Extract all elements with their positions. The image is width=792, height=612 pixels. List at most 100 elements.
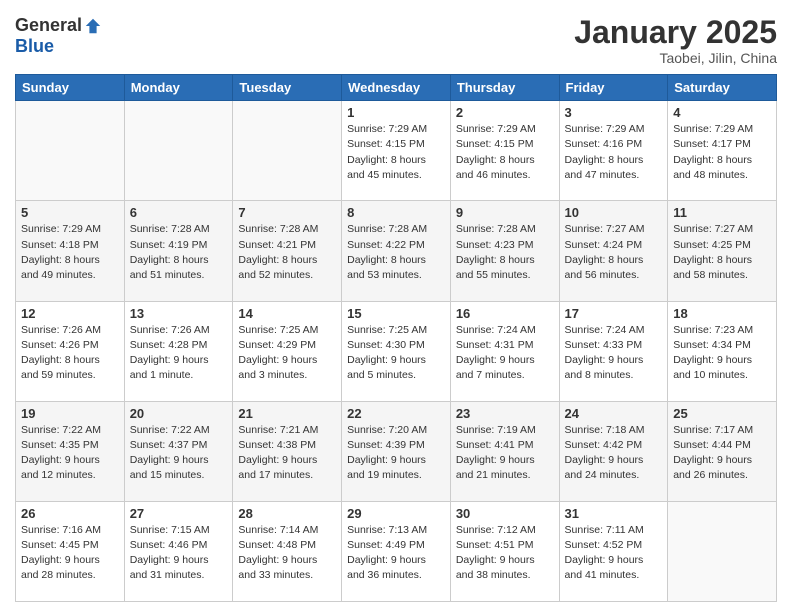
title-section: January 2025 Taobei, Jilin, China — [574, 15, 777, 66]
calendar-cell: 19 Sunrise: 7:22 AM Sunset: 4:35 PM Dayli… — [16, 401, 125, 501]
calendar-cell: 16Sunrise: 7:24 AM Sunset: 4:31 PM Dayli… — [450, 301, 559, 401]
day-number: 4 — [673, 105, 771, 120]
calendar-cell: 12Sunrise: 7:26 AM Sunset: 4:26 PM Dayli… — [16, 301, 125, 401]
day-info: Sunrise: 7:27 AM Sunset: 4:24 PM Dayligh… — [565, 222, 663, 283]
calendar-week-row: 12Sunrise: 7:26 AM Sunset: 4:26 PM Dayli… — [16, 301, 777, 401]
calendar-cell: 23 Sunrise: 7:19 AM Sunset: 4:41 PM Dayli… — [450, 401, 559, 501]
day-info: Sunrise: 7:24 AM Sunset: 4:31 PM Dayligh… — [456, 323, 554, 384]
day-number: 23 — [456, 406, 554, 421]
day-number: 14 — [238, 306, 336, 321]
day-number: 28 — [238, 506, 336, 521]
calendar-cell: 20Sunrise: 7:22 AM Sunset: 4:37 PM Dayli… — [124, 401, 233, 501]
calendar-cell: 24Sunrise: 7:18 AM Sunset: 4:42 PM Dayli… — [559, 401, 668, 501]
calendar-cell: 10 Sunrise: 7:27 AM Sunset: 4:24 PM Dayli… — [559, 201, 668, 301]
day-number: 13 — [130, 306, 228, 321]
day-info: Sunrise: 7:29 AM Sunset: 4:15 PM Dayligh… — [347, 122, 445, 183]
calendar-cell: 17 Sunrise: 7:24 AM Sunset: 4:33 PM Dayli… — [559, 301, 668, 401]
calendar-cell — [124, 101, 233, 201]
day-info: Sunrise: 7:17 AM Sunset: 4:44 PM Dayligh… — [673, 423, 771, 484]
day-info: Sunrise: 7:29 AM Sunset: 4:16 PM Dayligh… — [565, 122, 663, 183]
calendar-week-row: 1 Sunrise: 7:29 AM Sunset: 4:15 PM Daylig… — [16, 101, 777, 201]
day-number: 17 — [565, 306, 663, 321]
logo: General Blue — [15, 15, 102, 57]
header: General Blue January 2025 Taobei, Jilin,… — [15, 15, 777, 66]
calendar-cell: 9Sunrise: 7:28 AM Sunset: 4:23 PM Daylig… — [450, 201, 559, 301]
day-info: Sunrise: 7:27 AM Sunset: 4:25 PM Dayligh… — [673, 222, 771, 283]
calendar-cell: 4 Sunrise: 7:29 AM Sunset: 4:17 PM Daylig… — [668, 101, 777, 201]
day-number: 30 — [456, 506, 554, 521]
day-info: Sunrise: 7:26 AM Sunset: 4:28 PM Dayligh… — [130, 323, 228, 384]
day-info: Sunrise: 7:16 AM Sunset: 4:45 PM Dayligh… — [21, 523, 119, 584]
weekday-header-friday: Friday — [559, 75, 668, 101]
calendar-cell: 3 Sunrise: 7:29 AM Sunset: 4:16 PM Daylig… — [559, 101, 668, 201]
day-info: Sunrise: 7:29 AM Sunset: 4:18 PM Dayligh… — [21, 222, 119, 283]
calendar-cell: 7 Sunrise: 7:28 AM Sunset: 4:21 PM Daylig… — [233, 201, 342, 301]
calendar-cell: 8Sunrise: 7:28 AM Sunset: 4:22 PM Daylig… — [342, 201, 451, 301]
page: General Blue January 2025 Taobei, Jilin,… — [0, 0, 792, 612]
day-number: 1 — [347, 105, 445, 120]
day-number: 5 — [21, 205, 119, 220]
month-title: January 2025 — [574, 15, 777, 50]
weekday-header-saturday: Saturday — [668, 75, 777, 101]
calendar-cell: 2 Sunrise: 7:29 AM Sunset: 4:15 PM Daylig… — [450, 101, 559, 201]
day-number: 18 — [673, 306, 771, 321]
calendar-cell: 26 Sunrise: 7:16 AM Sunset: 4:45 PM Dayli… — [16, 501, 125, 601]
location: Taobei, Jilin, China — [574, 50, 777, 66]
day-info: Sunrise: 7:20 AM Sunset: 4:39 PM Dayligh… — [347, 423, 445, 484]
calendar-cell: 14 Sunrise: 7:25 AM Sunset: 4:29 PM Dayli… — [233, 301, 342, 401]
day-info: Sunrise: 7:19 AM Sunset: 4:41 PM Dayligh… — [456, 423, 554, 484]
calendar-cell: 13 Sunrise: 7:26 AM Sunset: 4:28 PM Dayli… — [124, 301, 233, 401]
day-info: Sunrise: 7:22 AM Sunset: 4:37 PM Dayligh… — [130, 423, 228, 484]
day-number: 19 — [21, 406, 119, 421]
weekday-header-monday: Monday — [124, 75, 233, 101]
day-number: 11 — [673, 205, 771, 220]
day-info: Sunrise: 7:29 AM Sunset: 4:17 PM Dayligh… — [673, 122, 771, 183]
logo-icon — [84, 17, 102, 35]
weekday-header-wednesday: Wednesday — [342, 75, 451, 101]
calendar-cell: 31Sunrise: 7:11 AM Sunset: 4:52 PM Dayli… — [559, 501, 668, 601]
day-number: 27 — [130, 506, 228, 521]
day-info: Sunrise: 7:12 AM Sunset: 4:51 PM Dayligh… — [456, 523, 554, 584]
day-number: 21 — [238, 406, 336, 421]
calendar-week-row: 26 Sunrise: 7:16 AM Sunset: 4:45 PM Dayli… — [16, 501, 777, 601]
logo-general-text: General — [15, 15, 82, 36]
day-info: Sunrise: 7:26 AM Sunset: 4:26 PM Dayligh… — [21, 323, 119, 384]
day-number: 2 — [456, 105, 554, 120]
calendar-cell: 6 Sunrise: 7:28 AM Sunset: 4:19 PM Daylig… — [124, 201, 233, 301]
day-info: Sunrise: 7:25 AM Sunset: 4:29 PM Dayligh… — [238, 323, 336, 384]
day-info: Sunrise: 7:22 AM Sunset: 4:35 PM Dayligh… — [21, 423, 119, 484]
day-number: 25 — [673, 406, 771, 421]
logo-blue-text: Blue — [15, 36, 54, 57]
day-number: 7 — [238, 205, 336, 220]
day-info: Sunrise: 7:24 AM Sunset: 4:33 PM Dayligh… — [565, 323, 663, 384]
weekday-header-tuesday: Tuesday — [233, 75, 342, 101]
day-number: 29 — [347, 506, 445, 521]
day-info: Sunrise: 7:28 AM Sunset: 4:23 PM Dayligh… — [456, 222, 554, 283]
calendar-week-row: 19 Sunrise: 7:22 AM Sunset: 4:35 PM Dayli… — [16, 401, 777, 501]
day-number: 6 — [130, 205, 228, 220]
calendar-cell: 11 Sunrise: 7:27 AM Sunset: 4:25 PM Dayli… — [668, 201, 777, 301]
day-info: Sunrise: 7:21 AM Sunset: 4:38 PM Dayligh… — [238, 423, 336, 484]
day-info: Sunrise: 7:25 AM Sunset: 4:30 PM Dayligh… — [347, 323, 445, 384]
day-number: 15 — [347, 306, 445, 321]
day-info: Sunrise: 7:28 AM Sunset: 4:19 PM Dayligh… — [130, 222, 228, 283]
day-info: Sunrise: 7:28 AM Sunset: 4:22 PM Dayligh… — [347, 222, 445, 283]
calendar-cell — [233, 101, 342, 201]
day-info: Sunrise: 7:15 AM Sunset: 4:46 PM Dayligh… — [130, 523, 228, 584]
calendar-cell: 15 Sunrise: 7:25 AM Sunset: 4:30 PM Dayli… — [342, 301, 451, 401]
day-number: 10 — [565, 205, 663, 220]
day-number: 26 — [21, 506, 119, 521]
calendar-cell: 25 Sunrise: 7:17 AM Sunset: 4:44 PM Dayli… — [668, 401, 777, 501]
weekday-header-sunday: Sunday — [16, 75, 125, 101]
day-info: Sunrise: 7:23 AM Sunset: 4:34 PM Dayligh… — [673, 323, 771, 384]
day-number: 3 — [565, 105, 663, 120]
calendar-cell: 27 Sunrise: 7:15 AM Sunset: 4:46 PM Dayli… — [124, 501, 233, 601]
day-info: Sunrise: 7:14 AM Sunset: 4:48 PM Dayligh… — [238, 523, 336, 584]
day-info: Sunrise: 7:11 AM Sunset: 4:52 PM Dayligh… — [565, 523, 663, 584]
weekday-header-row: SundayMondayTuesdayWednesdayThursdayFrid… — [16, 75, 777, 101]
day-info: Sunrise: 7:28 AM Sunset: 4:21 PM Dayligh… — [238, 222, 336, 283]
day-info: Sunrise: 7:29 AM Sunset: 4:15 PM Dayligh… — [456, 122, 554, 183]
calendar-cell: 1 Sunrise: 7:29 AM Sunset: 4:15 PM Daylig… — [342, 101, 451, 201]
day-number: 24 — [565, 406, 663, 421]
calendar-cell — [16, 101, 125, 201]
